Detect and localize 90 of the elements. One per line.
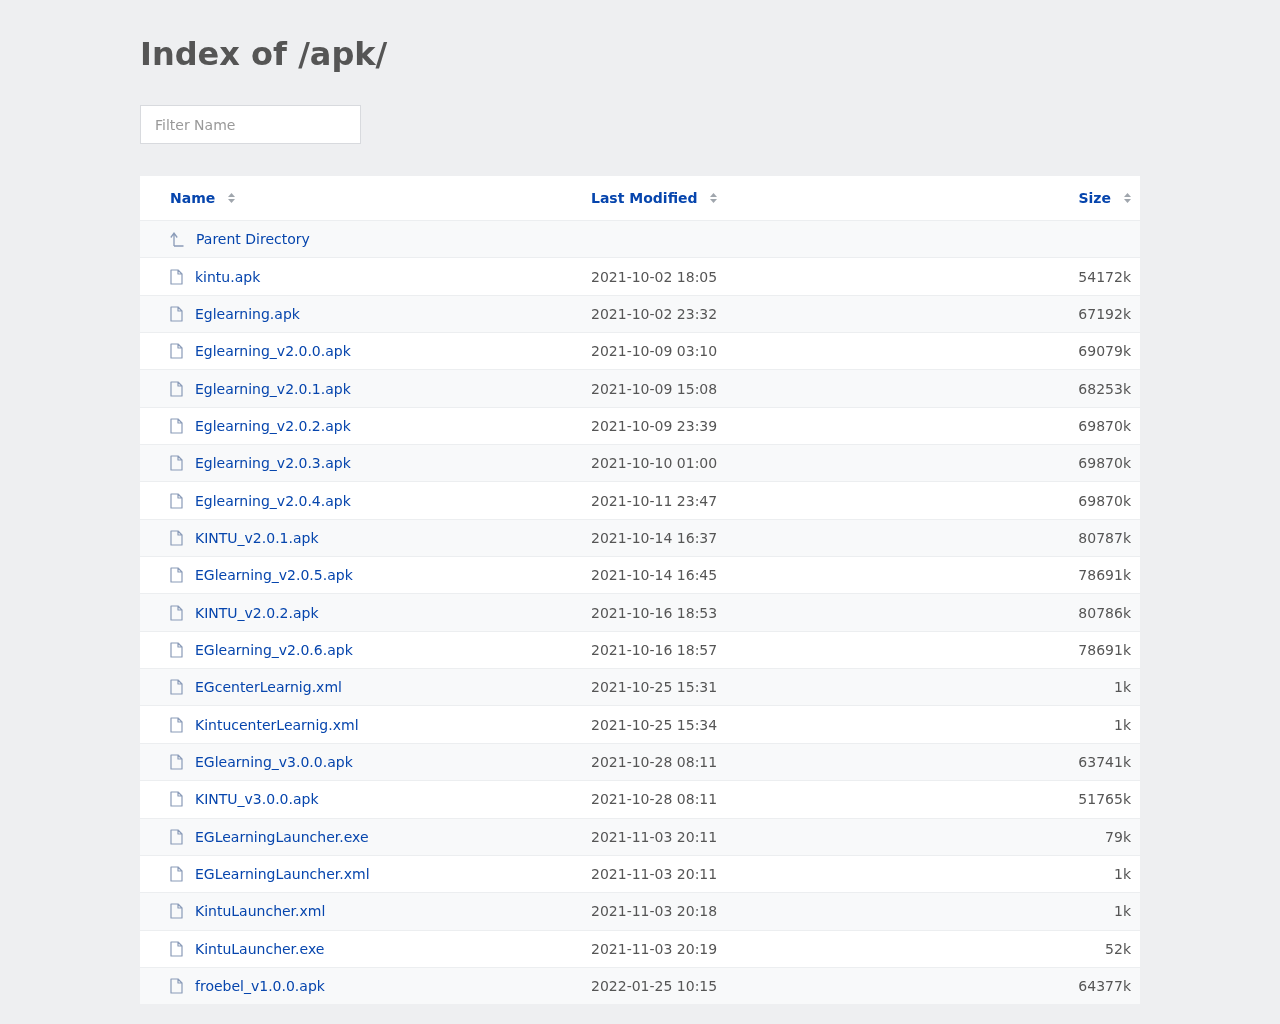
file-icon	[170, 641, 183, 658]
file-size: 68253k	[1078, 380, 1131, 397]
up-arrow-icon	[170, 231, 184, 248]
file-icon	[170, 828, 183, 845]
file-size: 80786k	[1078, 604, 1131, 621]
file-link[interactable]: EGcenterLearnig.xml	[195, 679, 342, 696]
modified-date: 2021-10-16 18:53	[591, 604, 718, 621]
file-icon	[170, 679, 183, 696]
file-size: 69870k	[1078, 417, 1131, 434]
file-link[interactable]: EGlearning_v2.0.6.apk	[195, 641, 353, 658]
file-size: 1k	[1114, 679, 1131, 696]
file-size: 63741k	[1078, 754, 1131, 770]
file-link[interactable]: Eglearning_v2.0.0.apk	[195, 343, 351, 360]
modified-date: 2021-10-02 18:05	[591, 268, 718, 285]
file-link[interactable]: KINTU_v3.0.0.apk	[195, 791, 319, 808]
file-link[interactable]: KintucenterLearnig.xml	[195, 716, 359, 733]
file-size: 69870k	[1078, 455, 1131, 472]
file-icon	[170, 716, 183, 733]
file-size: 67192k	[1078, 305, 1131, 322]
file-icon	[170, 268, 183, 285]
file-size: 1k	[1114, 716, 1131, 733]
file-icon	[170, 343, 183, 360]
modified-date: 2021-10-09 03:10	[591, 343, 718, 360]
file-link[interactable]: Eglearning_v2.0.1.apk	[195, 380, 351, 397]
page-title: Index of /apk/	[140, 34, 389, 74]
modified-date: 2021-10-25 15:34	[591, 716, 718, 733]
modified-date: 2021-11-03 20:11	[591, 828, 718, 845]
modified-date: 2021-11-03 20:19	[591, 940, 718, 957]
modified-date: 2022-01-25 10:15	[591, 978, 718, 995]
sort-icon	[709, 193, 717, 203]
file-link[interactable]: kintu.apk	[195, 268, 261, 285]
file-icon	[170, 604, 183, 621]
file-link[interactable]: EGLearningLauncher.xml	[195, 866, 370, 882]
modified-date: 2021-10-09 23:39	[591, 417, 718, 434]
file-link[interactable]: Parent Directory	[196, 231, 310, 248]
sort-icon	[228, 193, 236, 203]
file-link[interactable]: KintuLauncher.exe	[195, 940, 325, 957]
column-header-link[interactable]: Size	[1078, 190, 1111, 206]
file-size: 69870k	[1078, 492, 1131, 509]
file-link[interactable]: Eglearning.apk	[195, 305, 300, 322]
modified-date: 2021-10-11 23:47	[591, 492, 718, 509]
file-size: 78691k	[1078, 641, 1131, 658]
file-icon	[170, 903, 183, 920]
modified-date: 2021-10-28 08:11	[591, 791, 718, 808]
file-icon	[170, 305, 183, 322]
modified-date: 2021-10-02 23:32	[591, 305, 718, 322]
file-size: 80787k	[1078, 529, 1131, 546]
modified-date: 2021-10-28 08:11	[591, 754, 718, 770]
modified-date: 2021-10-25 15:31	[591, 679, 718, 696]
file-icon	[170, 492, 183, 509]
file-link[interactable]: froebel_v1.0.0.apk	[195, 978, 325, 995]
file-size: 51765k	[1078, 791, 1131, 808]
modified-date: 2021-10-14 16:37	[591, 529, 718, 546]
file-icon	[170, 417, 183, 434]
modified-date: 2021-11-03 20:11	[591, 866, 718, 882]
file-size: 78691k	[1078, 567, 1131, 584]
file-size: 52k	[1105, 940, 1131, 957]
file-size: 54172k	[1078, 268, 1131, 285]
modified-date: 2021-10-09 15:08	[591, 380, 718, 397]
file-icon	[170, 866, 183, 882]
file-link[interactable]: EGlearning_v3.0.0.apk	[195, 754, 353, 770]
column-header-link[interactable]: Last Modified	[591, 190, 698, 206]
file-icon	[170, 380, 183, 397]
file-link[interactable]: Eglearning_v2.0.3.apk	[195, 455, 351, 472]
file-icon	[170, 791, 183, 808]
file-link[interactable]: EGLearningLauncher.exe	[195, 828, 369, 845]
file-link[interactable]: Eglearning_v2.0.4.apk	[195, 492, 351, 509]
file-link[interactable]: KINTU_v2.0.2.apk	[195, 604, 319, 621]
modified-date: 2021-10-14 16:45	[591, 567, 718, 584]
file-size: 79k	[1105, 828, 1131, 845]
file-link[interactable]: Eglearning_v2.0.2.apk	[195, 417, 351, 434]
file-size: 1k	[1114, 903, 1131, 920]
modified-date: 2021-11-03 20:18	[591, 903, 718, 920]
modified-date: 2021-10-16 18:57	[591, 641, 718, 658]
file-icon	[170, 455, 183, 472]
filter-field[interactable]: Filter Name	[140, 105, 361, 144]
file-icon	[170, 567, 183, 584]
file-icon	[170, 940, 183, 957]
file-icon	[170, 754, 183, 770]
file-link[interactable]: KINTU_v2.0.1.apk	[195, 529, 319, 546]
modified-date: 2021-10-10 01:00	[591, 455, 718, 472]
file-size: 69079k	[1078, 343, 1131, 360]
sort-icon	[1124, 193, 1131, 203]
file-link[interactable]: EGlearning_v2.0.5.apk	[195, 567, 353, 584]
file-icon	[170, 978, 183, 995]
file-size: 64377k	[1078, 978, 1131, 995]
file-size: 1k	[1114, 866, 1131, 882]
column-header-link[interactable]: Name	[170, 190, 216, 206]
file-icon	[170, 529, 183, 546]
file-link[interactable]: KintuLauncher.xml	[195, 903, 326, 920]
